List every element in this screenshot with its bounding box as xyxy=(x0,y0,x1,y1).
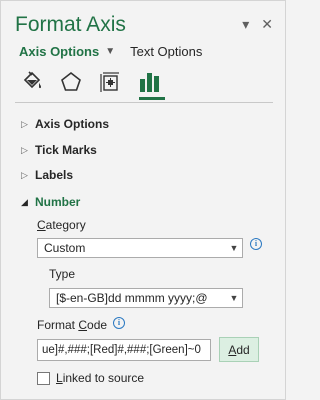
category-select[interactable]: Custom ▼ xyxy=(37,238,243,258)
section-number[interactable]: ◢ Number xyxy=(21,195,80,209)
chevron-down-icon[interactable]: ▼ xyxy=(105,46,115,57)
info-icon[interactable]: i xyxy=(250,238,262,250)
chevron-down-icon: ◢ xyxy=(21,196,28,207)
category-value: Custom xyxy=(44,241,86,255)
chevron-right-icon: ▷ xyxy=(21,118,28,129)
tab-axis-options[interactable]: Axis Options xyxy=(19,44,99,59)
tab-text-options[interactable]: Text Options xyxy=(130,44,202,59)
section-label: Number xyxy=(35,195,81,209)
chevron-down-icon: ▼ xyxy=(229,243,239,253)
add-button[interactable]: Add xyxy=(219,337,259,362)
format-code-label: Format Code xyxy=(37,318,108,332)
selected-indicator xyxy=(139,97,165,100)
options-tabs: Axis Options ▼ Text Options xyxy=(19,44,202,59)
axis-options-bar-icon[interactable] xyxy=(136,69,162,95)
section-label: Axis Options xyxy=(35,117,110,131)
close-icon[interactable]: ✕ xyxy=(261,17,273,31)
linked-to-source-label: Linked to source xyxy=(56,371,145,385)
pane-title: Format Axis xyxy=(15,13,126,36)
format-code-value: ue]#,###;[Red]#,###;[Green]~0 xyxy=(42,344,201,356)
type-label: Type xyxy=(49,267,76,281)
category-icon-row xyxy=(19,69,162,95)
section-axis-options[interactable]: ▷ Axis Options xyxy=(21,117,109,131)
format-code-input[interactable]: ue]#,###;[Red]#,###;[Green]~0 xyxy=(37,339,211,361)
effects-pentagon-icon[interactable] xyxy=(58,69,84,95)
section-label: Labels xyxy=(35,168,74,182)
chevron-down-icon: ▼ xyxy=(229,293,239,303)
format-axis-pane: Format Axis ▾ ✕ Axis Options ▼ Text Opti… xyxy=(0,0,286,400)
type-select[interactable]: [$-en-GB]dd mmmm yyyy;@ ▼ xyxy=(49,288,243,308)
divider xyxy=(15,102,273,103)
linked-to-source-row[interactable]: Linked to source xyxy=(37,371,144,385)
size-properties-icon[interactable] xyxy=(97,69,123,95)
section-label: Tick Marks xyxy=(35,143,97,157)
section-labels[interactable]: ▷ Labels xyxy=(21,168,73,182)
info-icon[interactable]: i xyxy=(113,317,125,329)
type-value: [$-en-GB]dd mmmm yyyy;@ xyxy=(56,291,208,305)
chevron-right-icon: ▷ xyxy=(21,169,28,180)
linked-to-source-checkbox[interactable] xyxy=(37,371,50,385)
fill-line-icon[interactable] xyxy=(19,69,45,95)
chevron-down-icon[interactable]: ▾ xyxy=(242,17,249,31)
chevron-right-icon: ▷ xyxy=(21,144,28,155)
section-tick-marks[interactable]: ▷ Tick Marks xyxy=(21,143,97,157)
category-label: Category xyxy=(37,218,86,232)
title-controls: ▾ ✕ xyxy=(242,17,273,31)
